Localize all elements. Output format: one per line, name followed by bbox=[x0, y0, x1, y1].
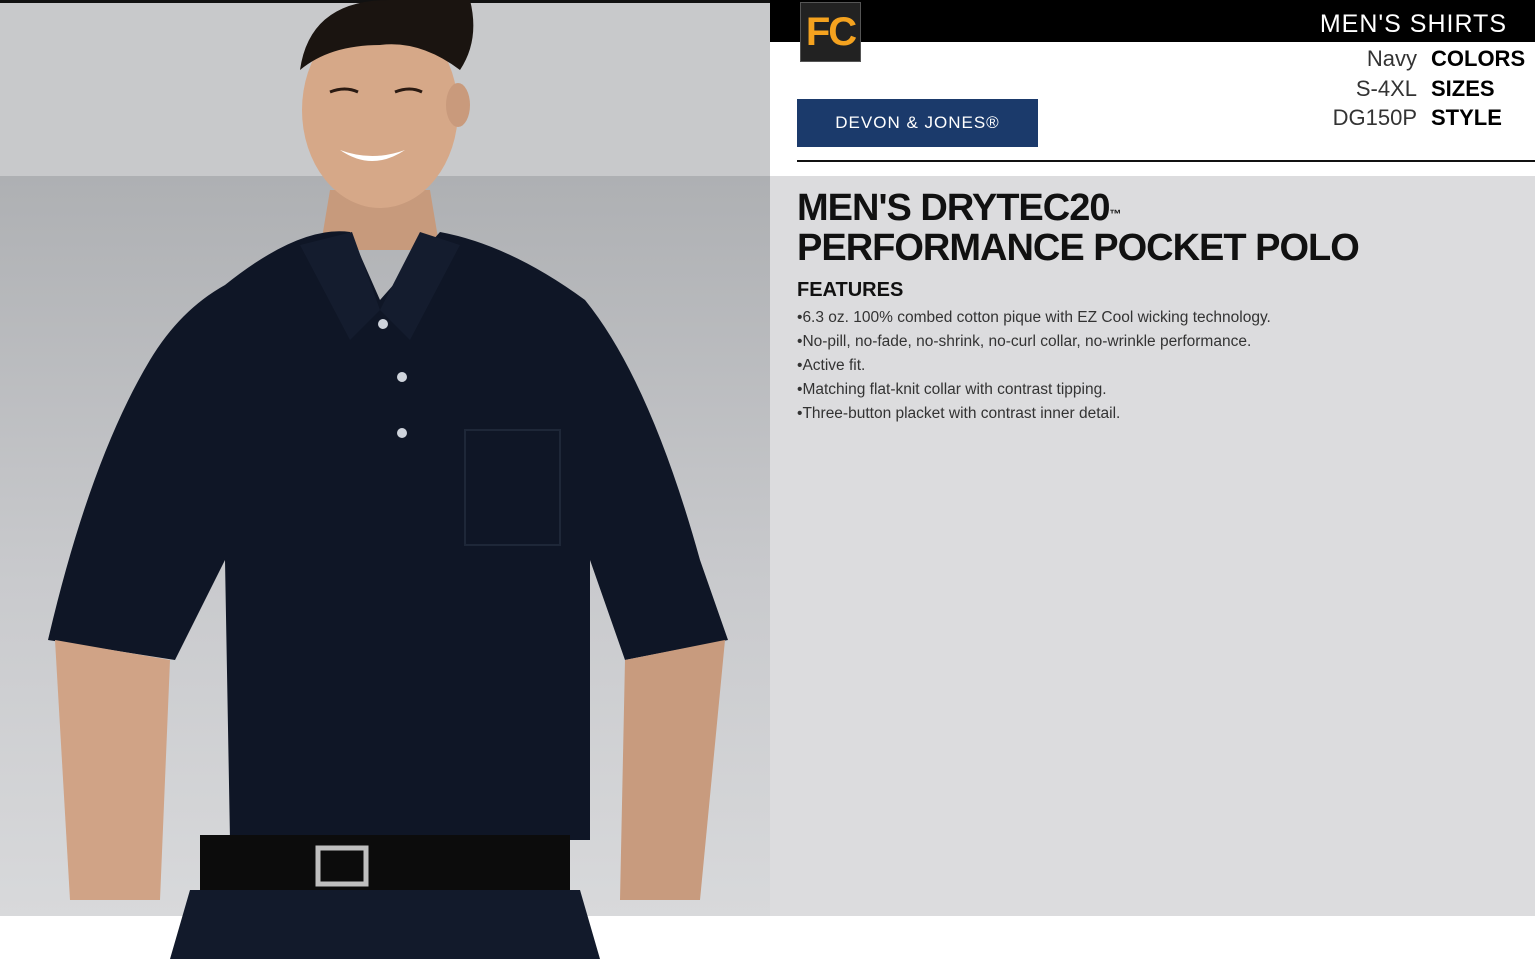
header-divider bbox=[797, 160, 1535, 162]
feature-item: Matching flat-knit collar with contrast … bbox=[797, 378, 1271, 402]
model-photo bbox=[48, 0, 728, 959]
spec-colors: Navy COLORS bbox=[1366, 46, 1526, 72]
style-value: DG150P bbox=[1332, 105, 1417, 130]
sizes-value: S-4XL bbox=[1355, 76, 1417, 101]
product-title-line2: PERFORMANCE POCKET POLO bbox=[797, 227, 1360, 269]
spec-style: DG150P STYLE bbox=[1333, 105, 1523, 131]
features-heading: FEATURES bbox=[797, 279, 904, 301]
feature-item: 6.3 oz. 100% combed cotton pique with EZ… bbox=[797, 306, 1270, 330]
trademark-symbol: ™ bbox=[1109, 207, 1121, 221]
feature-item: No-pill, no-fade, no-shrink, no-curl col… bbox=[797, 330, 1271, 354]
brand-logo: DEVON & JONES® bbox=[797, 99, 1038, 147]
product-title: MEN'S DRYTEC20™ PERFORMANCE POCKET POLO bbox=[797, 187, 1360, 269]
spec-sizes: S-4XL SIZES bbox=[1356, 76, 1523, 102]
sizes-label: SIZES bbox=[1431, 76, 1495, 101]
colors-label: COLORS bbox=[1431, 46, 1526, 71]
product-title-line1: MEN'S DRYTEC20 bbox=[797, 187, 1110, 229]
fc-badge: FC bbox=[800, 2, 861, 62]
feature-item: Active fit. bbox=[797, 354, 1271, 378]
feature-item: Three-button placket with contrast inner… bbox=[797, 402, 1271, 426]
features-list: 6.3 oz. 100% combed cotton pique with EZ… bbox=[797, 306, 1271, 426]
category-label: MEN'S SHIRTS bbox=[1319, 10, 1507, 38]
colors-value: Navy bbox=[1366, 46, 1417, 71]
style-label: STYLE bbox=[1431, 105, 1502, 130]
